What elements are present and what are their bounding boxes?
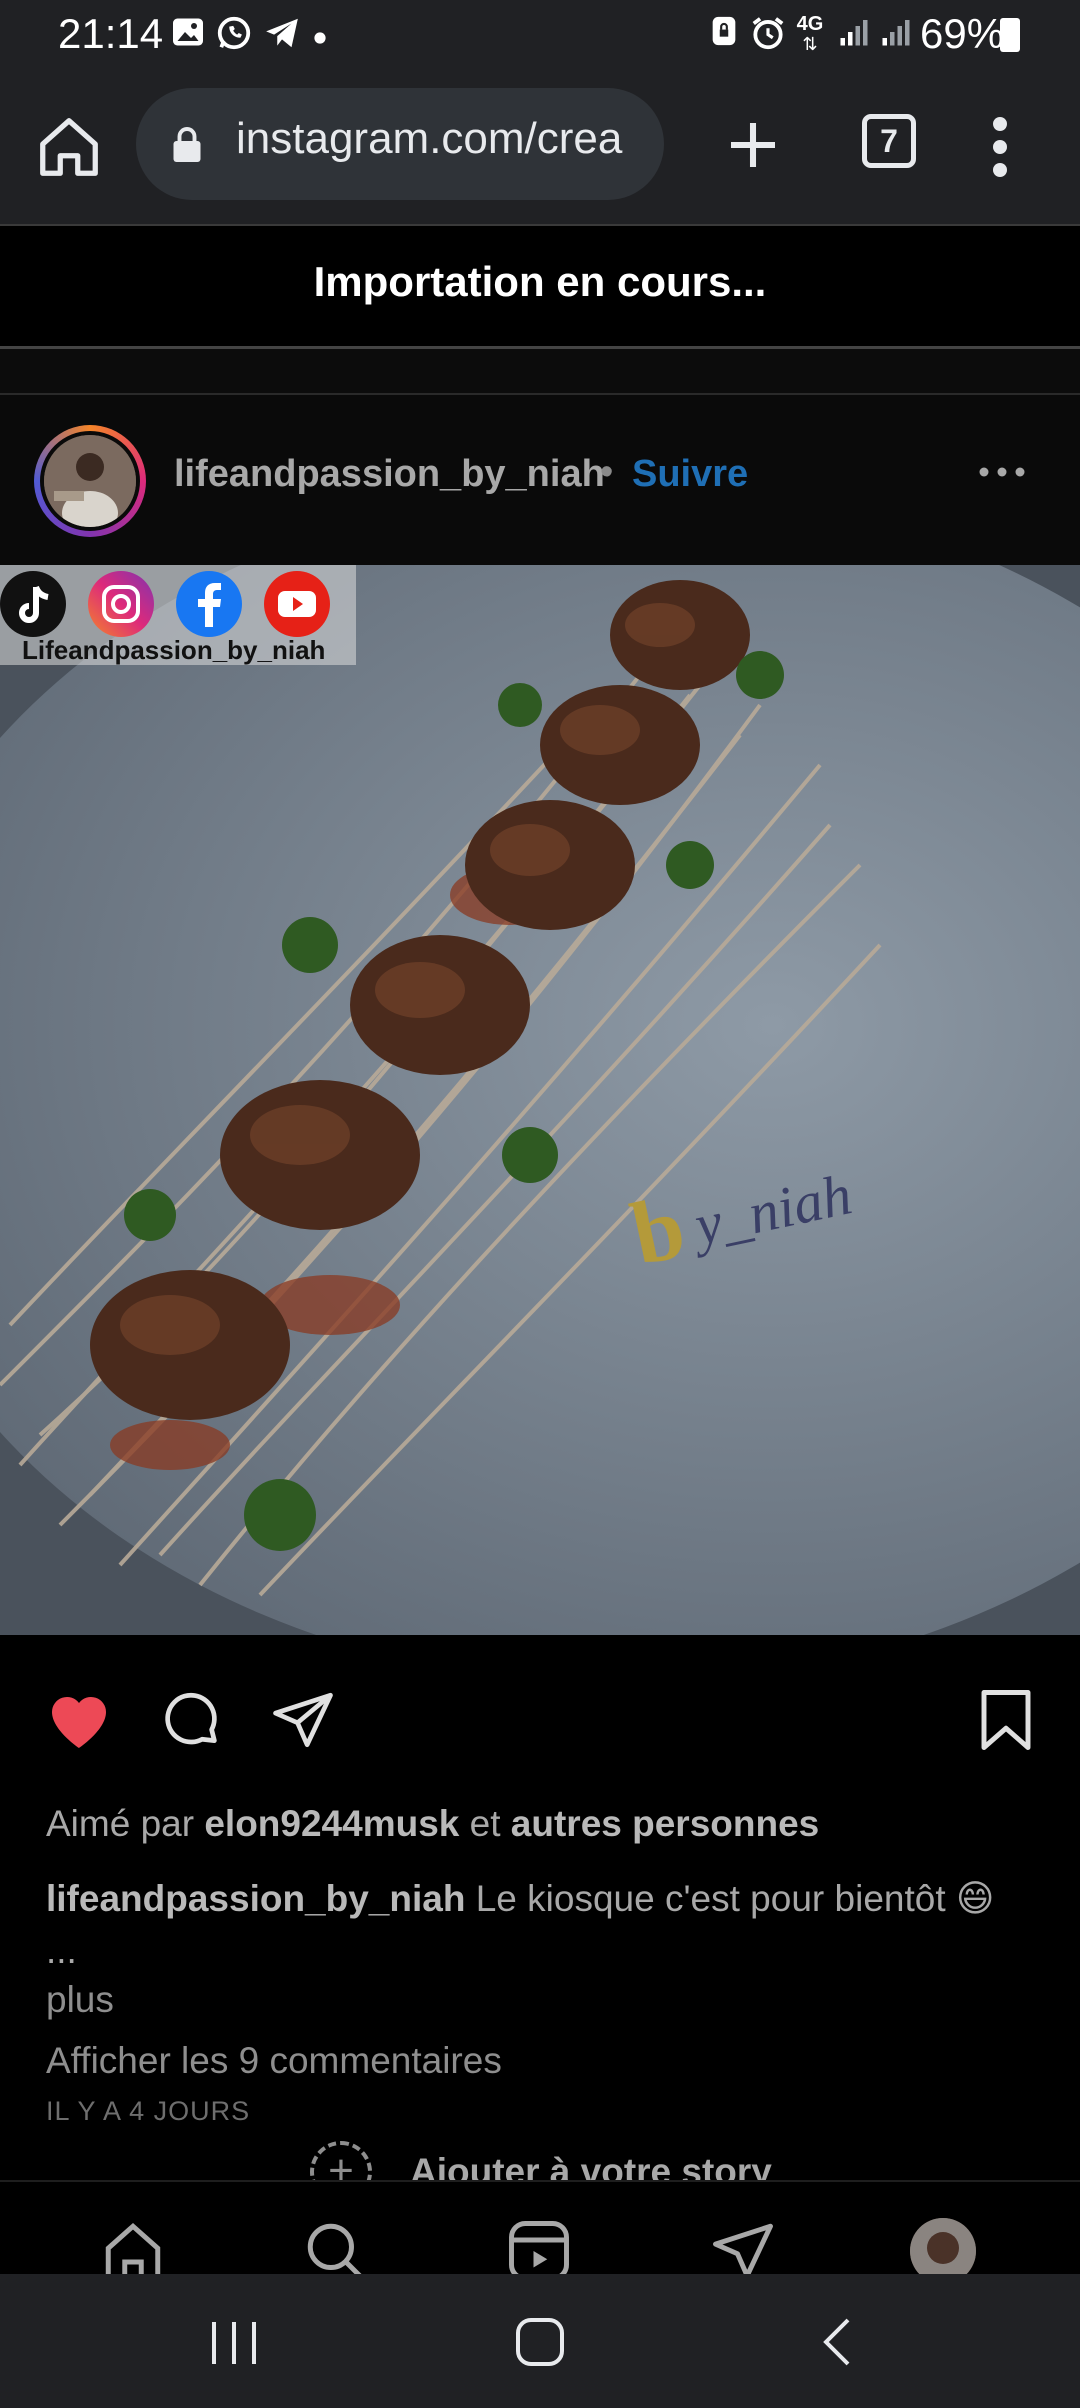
post-timestamp: IL Y A 4 JOURS (46, 2096, 251, 2126)
instagram-icon (88, 571, 154, 637)
tab-count: 7 (880, 123, 898, 159)
status-time: 21:14 (58, 10, 164, 57)
alarm-icon (748, 14, 788, 54)
post-username[interactable]: lifeandpassion_by_niah (174, 453, 605, 496)
home-nav-icon[interactable] (510, 2314, 570, 2370)
likes-prefix: Aimé par (46, 1803, 195, 1844)
liked-by-others[interactable]: autres personnes (511, 1803, 819, 1844)
likes-line: Aimé par elon9244musk et autres personne… (46, 1803, 819, 1845)
battery-icon (1000, 18, 1020, 52)
like-heart-icon[interactable] (42, 1685, 116, 1751)
follow-button[interactable]: Suivre (632, 453, 748, 496)
post-image[interactable]: b y_niah Lifeandpassion_by_niah (0, 565, 1080, 1635)
nav-search-icon[interactable] (302, 2218, 368, 2274)
lock-icon (172, 126, 202, 162)
post-actions (0, 1635, 1080, 1765)
separator: • (600, 451, 614, 493)
food-photo: b y_niah (0, 565, 1080, 1635)
caption-ellipsis: ... (46, 1930, 77, 1971)
gallery-icon (168, 14, 208, 54)
status-bar: 21:14 4G ⇅ 69% (0, 0, 1080, 72)
plus-icon[interactable] (720, 112, 786, 178)
back-icon[interactable] (818, 2316, 858, 2368)
caption-more-link[interactable]: plus (46, 1979, 114, 2021)
more-horizontal-icon[interactable] (978, 465, 1026, 479)
view-comments-link[interactable]: Afficher les 9 commentaires (46, 2040, 502, 2082)
android-nav-bar (0, 2274, 1080, 2408)
social-media-badge: Lifeandpassion_by_niah (0, 565, 356, 665)
bookmark-icon[interactable] (978, 1687, 1034, 1753)
url-text: instagram.com/crea (236, 114, 623, 163)
browser-toolbar: instagram.com/crea 7 (0, 72, 1080, 226)
import-status-text: Importation en cours... (313, 258, 767, 305)
signal-icon (876, 14, 916, 54)
youtube-icon (264, 571, 330, 637)
likes-connector: et (469, 1803, 501, 1844)
nav-messages-icon[interactable] (710, 2218, 776, 2274)
instagram-bottom-nav (0, 2182, 1080, 2274)
caption-text: Le kiosque c'est pour bientôt 😄 (475, 1878, 995, 1919)
liked-by-user[interactable]: elon9244musk (204, 1803, 459, 1844)
post-header: lifeandpassion_by_niah • Suivre (0, 395, 1080, 565)
avatar[interactable] (34, 425, 146, 537)
whatsapp-icon (214, 14, 254, 54)
notification-dot-icon (310, 14, 330, 54)
comment-icon[interactable] (158, 1687, 224, 1753)
home-icon[interactable] (34, 112, 104, 182)
tiktok-icon (0, 571, 66, 637)
facebook-icon (176, 571, 242, 637)
caption-username[interactable]: lifeandpassion_by_niah (46, 1878, 465, 1919)
nav-profile-avatar[interactable] (910, 2218, 976, 2274)
url-bar[interactable]: instagram.com/crea (136, 88, 664, 200)
post-caption: lifeandpassion_by_niah Le kiosque c'est … (46, 1877, 994, 1920)
social-badge-label: Lifeandpassion_by_niah (22, 635, 326, 665)
share-icon[interactable] (270, 1687, 336, 1753)
tabs-icon[interactable]: 7 (862, 114, 916, 168)
nav-reels-icon[interactable] (506, 2218, 572, 2274)
telegram-icon (262, 14, 302, 54)
import-banner: Importation en cours... (0, 226, 1080, 349)
recent-apps-icon[interactable] (206, 2318, 262, 2368)
more-vertical-icon[interactable] (990, 116, 1010, 178)
lock-screen-icon (704, 14, 744, 54)
search-strip (0, 349, 1080, 395)
nav-home-icon[interactable] (100, 2218, 166, 2274)
battery-percent: 69% (920, 10, 1005, 57)
network-4g-icon: 4G ⇅ (796, 13, 824, 54)
avatar-image (40, 431, 140, 531)
signal-icon (834, 14, 874, 54)
